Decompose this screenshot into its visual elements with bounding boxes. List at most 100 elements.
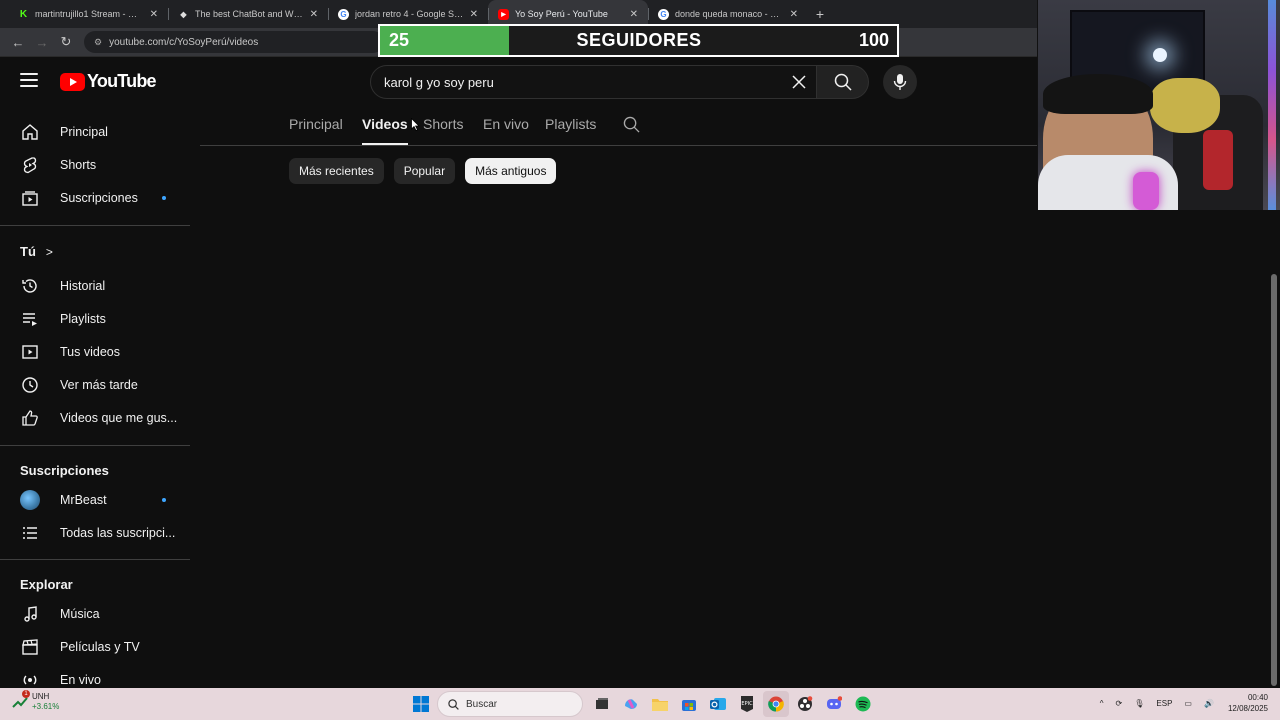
plush-toy — [1150, 78, 1220, 133]
chip-mas-antiguos[interactable]: Más antiguos — [465, 158, 557, 184]
mouse-cursor-icon — [411, 118, 420, 131]
sidebar-item-label: MrBeast — [60, 492, 107, 507]
sidebar-item-todas-las-suscripciones[interactable]: Todas las suscripci... — [12, 516, 190, 549]
sidebar-item-suscripciones[interactable]: Suscripciones — [12, 181, 190, 214]
store-icon[interactable] — [676, 691, 702, 717]
home-icon — [20, 122, 40, 142]
voice-search-button[interactable] — [883, 65, 917, 99]
sidebar-item-shorts[interactable]: Shorts — [12, 148, 190, 181]
close-tab-icon[interactable]: ✕ — [150, 9, 158, 20]
epic-games-icon[interactable]: EPIC — [734, 691, 760, 717]
spotify-icon[interactable] — [850, 691, 876, 717]
follower-label: SEGUIDORES — [576, 30, 702, 50]
history-icon — [20, 276, 40, 296]
browser-tab[interactable]: K martintrujillo1 Stream - Watch ✕ — [8, 0, 168, 28]
tab-title: jordan retro 4 - Google Search — [355, 9, 464, 19]
browser-tab[interactable]: ◆ The best ChatBot and Widgets ✕ — [168, 0, 328, 28]
volume-icon[interactable]: 🔊 — [1204, 699, 1214, 708]
url-field[interactable]: ⚙ youtube.com/c/YoSoyPerú/videos — [84, 31, 384, 53]
close-tab-icon[interactable]: ✕ — [310, 9, 318, 20]
language-indicator[interactable]: ESP — [1156, 699, 1172, 708]
sidebar-item-videos-que-me-gustan[interactable]: Videos que me gus... — [12, 401, 190, 434]
tab-en-vivo[interactable]: En vivo — [483, 116, 529, 145]
page-scrollbar[interactable] — [1268, 210, 1280, 688]
display-icon[interactable]: ▭ — [1184, 699, 1192, 708]
clear-search-icon[interactable] — [782, 65, 816, 99]
tab-title: The best ChatBot and Widgets — [195, 9, 304, 19]
youtube-play-icon — [60, 72, 85, 91]
system-clock[interactable]: 00:40 12/08/2025 — [1228, 692, 1268, 714]
tab-title: martintrujillo1 Stream - Watch — [35, 9, 144, 19]
network-app-icon[interactable]: ⟳ — [1116, 699, 1123, 708]
sidebar-item-label: Todas las suscripci... — [60, 525, 176, 540]
discord-icon[interactable] — [821, 691, 847, 717]
subscriptions-icon — [20, 188, 40, 208]
youtube-logo[interactable]: YouTube — [60, 71, 157, 92]
section-heading: Explorar — [20, 577, 73, 592]
search-bar: karol g yo soy peru — [370, 65, 870, 99]
sidebar-item-label: Tus videos — [60, 344, 120, 359]
search-button[interactable] — [817, 65, 869, 99]
sidebar-divider — [0, 225, 190, 226]
taskbar-apps: Buscar EPIC — [408, 691, 879, 717]
system-tray: ^ ⟳ 🎙 ESP ▭ 🔊 00:40 12/08/2025 — [1094, 692, 1268, 714]
forward-button[interactable]: → — [30, 30, 54, 54]
chevron-up-icon[interactable]: ^ — [1100, 699, 1104, 708]
channel-search-icon[interactable] — [623, 116, 640, 138]
menu-icon[interactable] — [20, 73, 38, 87]
microphone — [1133, 172, 1159, 210]
taskbar-search[interactable]: Buscar — [437, 691, 583, 717]
sidebar-item-label: Películas y TV — [60, 639, 140, 654]
sort-chips: Más recientes Popular Más antiguos — [289, 158, 566, 184]
scrollbar-thumb[interactable] — [1271, 274, 1277, 686]
sidebar-item-musica[interactable]: Música — [12, 597, 190, 630]
sidebar-item-ver-mas-tarde[interactable]: Ver más tarde — [12, 368, 190, 401]
stock-label: UNH — [32, 692, 50, 701]
tab-videos[interactable]: Videos — [362, 116, 408, 145]
sidebar-item-peliculas-y-tv[interactable]: Películas y TV — [12, 630, 190, 663]
sidebar-item-en-vivo[interactable]: En vivo — [12, 663, 190, 688]
sidebar-item-label: Videos que me gus... — [60, 410, 178, 425]
windows-start-icon[interactable] — [408, 691, 434, 717]
tab-shorts[interactable]: Shorts — [423, 116, 463, 145]
sidebar-item-label: Historial — [60, 278, 106, 293]
close-tab-icon[interactable]: ✕ — [470, 9, 478, 20]
chrome-icon[interactable] — [763, 691, 789, 717]
streamer-hair — [1043, 74, 1153, 114]
search-icon — [834, 73, 852, 91]
stock-widget[interactable]: 1 UNH +3.61% — [12, 690, 59, 712]
outlook-icon[interactable] — [705, 691, 731, 717]
channel-avatar — [20, 489, 40, 510]
task-view-icon[interactable] — [589, 691, 615, 717]
sidebar-item-mrbeast[interactable]: MrBeast — [12, 483, 190, 516]
sidebar-item-label: En vivo — [60, 672, 101, 687]
tab-playlists[interactable]: Playlists — [545, 116, 596, 145]
copilot-icon[interactable] — [618, 691, 644, 717]
back-button[interactable]: ← — [6, 30, 30, 54]
chip-popular[interactable]: Popular — [393, 158, 456, 184]
sidebar: Principal Shorts Suscripciones Tú > Hist… — [0, 106, 194, 688]
site-info-icon[interactable]: ⚙ — [94, 37, 102, 48]
search-placeholder: Buscar — [466, 698, 498, 710]
sidebar-item-tus-videos[interactable]: Tus videos — [12, 335, 190, 368]
close-tab-icon[interactable]: ✕ — [630, 9, 638, 20]
led-strip — [1268, 0, 1276, 210]
obs-icon[interactable] — [792, 691, 818, 717]
sidebar-you-heading[interactable]: Tú > — [20, 244, 53, 259]
gaming-chair-accent — [1203, 130, 1233, 190]
clapperboard-icon — [20, 637, 40, 657]
sidebar-item-playlists[interactable]: Playlists — [12, 302, 190, 335]
watch-later-icon — [20, 375, 40, 395]
sidebar-item-historial[interactable]: Historial — [12, 269, 190, 302]
tab-principal[interactable]: Principal — [289, 116, 343, 145]
search-input[interactable]: karol g yo soy peru — [370, 65, 817, 99]
logo-text: YouTube — [87, 71, 157, 91]
close-tab-icon[interactable]: ✕ — [790, 9, 798, 20]
file-explorer-icon[interactable] — [647, 691, 673, 717]
new-content-dot — [162, 497, 166, 502]
microphone-tray-icon[interactable]: 🎙 — [1134, 699, 1144, 708]
sidebar-item-principal[interactable]: Principal — [12, 115, 190, 148]
chip-mas-recientes[interactable]: Más recientes — [289, 158, 384, 184]
reload-button[interactable]: ↻ — [54, 30, 78, 54]
follower-goal-overlay: 25 SEGUIDORES 100 — [378, 24, 899, 57]
